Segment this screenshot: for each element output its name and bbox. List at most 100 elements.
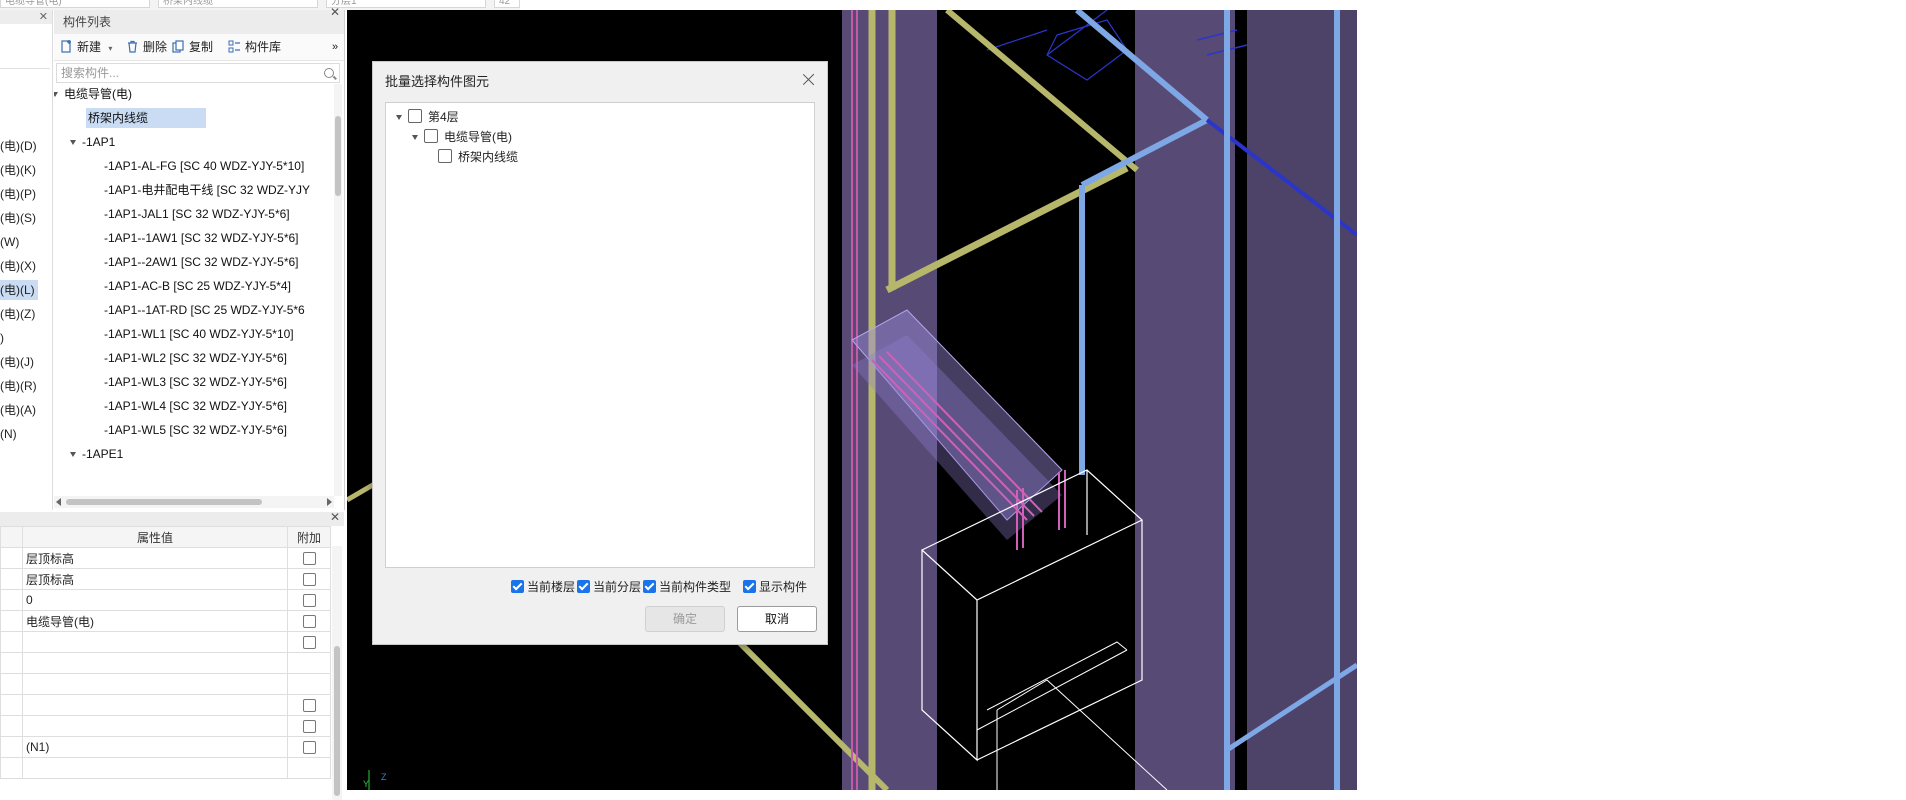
property-value-cell[interactable] bbox=[22, 757, 288, 779]
checkbox-checked-icon[interactable] bbox=[577, 580, 590, 593]
extra-checkbox[interactable] bbox=[302, 740, 316, 754]
property-value-cell[interactable]: 电缆导管(电) bbox=[22, 610, 288, 632]
chevron-down-icon[interactable]: ▾ bbox=[108, 44, 112, 53]
category-item[interactable]: (电)(J) bbox=[0, 352, 38, 372]
dialog-tree-node[interactable]: 桥架内线缆 bbox=[438, 147, 518, 167]
property-value-cell[interactable] bbox=[22, 673, 288, 695]
tree-item[interactable]: 桥架内线缆 bbox=[86, 108, 207, 128]
property-scrollbar[interactable] bbox=[332, 546, 342, 800]
expand-arrow-icon[interactable] bbox=[70, 452, 76, 457]
extra-checkbox[interactable] bbox=[302, 635, 316, 649]
scroll-thumb[interactable] bbox=[66, 499, 262, 505]
close-icon[interactable]: ✕ bbox=[330, 510, 340, 524]
tree-item[interactable]: -1AP1--2AW1 [SC 32 WDZ-YJY-5*6] bbox=[104, 252, 299, 272]
expand-arrow-icon[interactable] bbox=[412, 135, 418, 140]
property-row[interactable] bbox=[0, 631, 331, 653]
category-item[interactable]: (电)(P) bbox=[0, 184, 38, 204]
extra-checkbox[interactable] bbox=[302, 572, 316, 586]
property-row[interactable]: 电缆导管(电) bbox=[0, 610, 331, 632]
property-row[interactable] bbox=[0, 673, 331, 695]
tree-item[interactable]: -1AP1-AC-B [SC 25 WDZ-YJY-5*4] bbox=[104, 276, 291, 296]
property-value-cell[interactable]: (N1) bbox=[22, 736, 288, 758]
dialog-tree-node[interactable]: 第4层 bbox=[396, 107, 459, 127]
expand-arrow-icon[interactable] bbox=[54, 92, 58, 97]
scroll-left-icon[interactable] bbox=[56, 498, 61, 506]
node-checkbox[interactable] bbox=[438, 149, 452, 163]
tree-item[interactable]: -1AP1-JAL1 [SC 32 WDZ-YJY-5*6] bbox=[104, 204, 290, 224]
property-row[interactable]: (N1) bbox=[0, 736, 331, 758]
checkbox-checked-icon[interactable] bbox=[643, 580, 656, 593]
library-button[interactable]: 构件库 bbox=[228, 39, 281, 55]
top-field-3[interactable]: 分层1 bbox=[326, 0, 486, 8]
property-value-cell[interactable]: 层顶标高 bbox=[22, 568, 288, 590]
tree-item[interactable]: -1AP1-WL4 [SC 32 WDZ-YJY-5*6] bbox=[104, 396, 287, 416]
category-item[interactable]: (电)(D) bbox=[0, 136, 38, 156]
property-value-cell[interactable] bbox=[22, 694, 288, 716]
category-item[interactable]: (N) bbox=[0, 424, 38, 444]
option-checkbox[interactable]: 当前构件类型 bbox=[643, 578, 731, 596]
new-button[interactable]: 新建 ▾ bbox=[60, 39, 112, 55]
tree-group[interactable]: -1APE1 bbox=[70, 444, 123, 464]
ok-button[interactable]: 确定 bbox=[645, 606, 725, 632]
scroll-right-icon[interactable] bbox=[327, 498, 332, 506]
category-item[interactable]: (电)(K) bbox=[0, 160, 38, 180]
component-search-input[interactable]: 搜索构件... bbox=[56, 63, 340, 83]
category-item[interactable]: (电)(A) bbox=[0, 400, 38, 420]
property-row[interactable] bbox=[0, 757, 331, 779]
node-checkbox[interactable] bbox=[408, 109, 422, 123]
extra-checkbox[interactable] bbox=[302, 593, 316, 607]
tree-group[interactable]: 电缆导管(电) bbox=[54, 84, 132, 104]
option-checkbox[interactable]: 当前分层 bbox=[577, 578, 641, 596]
property-row[interactable] bbox=[0, 652, 331, 674]
horizontal-scrollbar[interactable] bbox=[54, 496, 334, 508]
property-value-cell[interactable]: 0 bbox=[22, 589, 288, 611]
checkbox-checked-icon[interactable] bbox=[743, 580, 756, 593]
property-row[interactable] bbox=[0, 694, 331, 716]
checkbox-checked-icon[interactable] bbox=[511, 580, 524, 593]
tree-item[interactable]: -1AP1-WL3 [SC 32 WDZ-YJY-5*6] bbox=[104, 372, 287, 392]
tree-group[interactable]: -1AP1 bbox=[70, 132, 115, 152]
delete-button[interactable]: 删除 bbox=[126, 39, 167, 55]
tree-item[interactable]: -1AP1-WL1 [SC 40 WDZ-YJY-5*10] bbox=[104, 324, 294, 344]
property-value-cell[interactable] bbox=[22, 715, 288, 737]
close-icon[interactable] bbox=[801, 72, 817, 88]
category-item[interactable]: (电)(S) bbox=[0, 208, 38, 228]
top-field-2[interactable]: 桥架内线缆 bbox=[158, 0, 318, 8]
option-checkbox[interactable]: 当前楼层 bbox=[511, 578, 575, 596]
category-item[interactable]: (电)(L) bbox=[0, 280, 38, 300]
tree-item[interactable]: -1AP1-WL5 [SC 32 WDZ-YJY-5*6] bbox=[104, 420, 287, 440]
scroll-thumb[interactable] bbox=[335, 116, 341, 196]
category-item[interactable]: (电)(X) bbox=[0, 256, 38, 276]
extra-checkbox[interactable] bbox=[302, 719, 316, 733]
tree-item[interactable]: -1AP1--1AW1 [SC 32 WDZ-YJY-5*6] bbox=[104, 228, 299, 248]
property-value-cell[interactable] bbox=[22, 652, 288, 674]
vertical-scrollbar[interactable] bbox=[334, 84, 342, 496]
tree-item[interactable]: -1AP1-AL-FG [SC 40 WDZ-YJY-5*10] bbox=[104, 156, 304, 176]
copy-button[interactable]: 复制 bbox=[172, 39, 213, 55]
category-item[interactable]: (电)(Z) bbox=[0, 304, 38, 324]
top-field-1[interactable]: 电缆导管(电) bbox=[0, 0, 150, 8]
dialog-tree-node[interactable]: 电缆导管(电) bbox=[412, 127, 512, 147]
expand-arrow-icon[interactable] bbox=[70, 140, 76, 145]
property-value-cell[interactable]: 层顶标高 bbox=[22, 547, 288, 569]
close-icon[interactable]: ✕ bbox=[330, 5, 340, 19]
tree-item[interactable]: -1AP1-WL2 [SC 32 WDZ-YJY-5*6] bbox=[104, 348, 287, 368]
property-row[interactable]: 0 bbox=[0, 589, 331, 611]
tree-item[interactable]: -1AP1--1AT-RD [SC 25 WDZ-YJY-5*6 bbox=[104, 300, 305, 320]
category-item[interactable]: (电)(R) bbox=[0, 376, 38, 396]
option-checkbox[interactable]: 显示构件 bbox=[743, 578, 807, 596]
top-field-4[interactable]: 42 bbox=[494, 0, 520, 8]
extra-checkbox[interactable] bbox=[302, 551, 316, 565]
close-icon[interactable]: ✕ bbox=[39, 10, 48, 24]
category-item[interactable]: ) bbox=[0, 328, 38, 348]
more-icon[interactable]: » bbox=[332, 39, 338, 55]
property-row[interactable]: 层顶标高 bbox=[0, 547, 331, 569]
extra-checkbox[interactable] bbox=[302, 614, 316, 628]
left-panel-search[interactable] bbox=[0, 46, 50, 69]
property-value-cell[interactable] bbox=[22, 631, 288, 653]
extra-checkbox[interactable] bbox=[302, 698, 316, 712]
property-row[interactable]: 层顶标高 bbox=[0, 568, 331, 590]
tree-item[interactable]: -1AP1-电井配电干线 [SC 32 WDZ-YJY bbox=[104, 180, 310, 200]
expand-arrow-icon[interactable] bbox=[396, 115, 402, 120]
scroll-thumb[interactable] bbox=[334, 646, 340, 796]
